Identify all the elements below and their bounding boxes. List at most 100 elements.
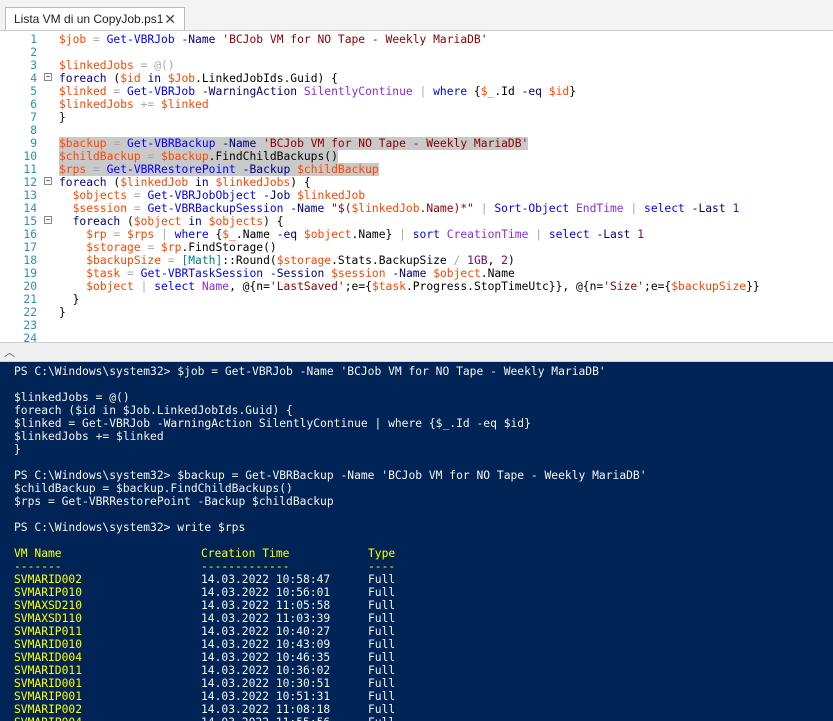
code-line[interactable]: 13 $objects = Get-VBRJobObject -Job $lin… [0, 189, 833, 202]
fold-marker[interactable]: − [44, 177, 53, 186]
fold-collapse-icon[interactable]: − [44, 73, 52, 81]
code-line[interactable]: 12− foreach ($linkedJob in $linkedJobs) { [0, 176, 833, 189]
chevron-up-icon[interactable]: ︿ [4, 344, 15, 360]
token-var: $job [59, 33, 87, 46]
code-line[interactable]: 16 $rp = $rps | where {$_.Name -eq $obje… [0, 228, 833, 241]
code-line[interactable]: 15− foreach ($object in $objects) { [0, 215, 833, 228]
line-number: 4 [30, 72, 37, 85]
table-cell: 14.03.2022 11:03:39 [201, 612, 331, 625]
table-cell: Full [368, 612, 396, 625]
token-var: $childBackup [59, 150, 141, 163]
code-text: $objects = Get-VBRJobObject -Job $linked… [59, 189, 366, 202]
token-mem [59, 189, 73, 202]
code-text: $linkedJobs = @() [59, 59, 175, 72]
token-var: $linked [161, 98, 209, 111]
console-line: $rps = Get-VBRRestorePoint -Backup $chil… [14, 495, 334, 508]
code-line[interactable]: 8 [0, 124, 833, 137]
token-param: -WarningAction [201, 85, 298, 98]
token-mem: } [569, 85, 576, 98]
line-number: 12 [23, 176, 37, 189]
code-text: $storage = $rp.FindStorage() [59, 241, 276, 254]
code-line[interactable]: 4− foreach ($id in $Job.LinkedJobIds.Guid… [0, 72, 833, 85]
code-text: $object | select Name, @{n='LastSaved';e… [59, 280, 760, 293]
token-mem: }} [746, 280, 760, 293]
token-op [297, 85, 304, 98]
code-text: $linked = Get-VBRJob -WarningAction Sile… [59, 85, 576, 98]
table-cell: Full [368, 716, 395, 721]
table-cell: Full [368, 690, 396, 703]
token-kw: foreach [59, 176, 107, 189]
token-arg: SilentlyContinue [303, 85, 413, 98]
token-op: = [140, 241, 162, 254]
code-line[interactable]: 18 $backupSize = [Math]::Round($storage.… [0, 254, 833, 267]
code-line[interactable]: 24 [0, 332, 833, 342]
token-mem: } [59, 111, 66, 124]
code-line[interactable]: 1 $job = Get-VBRJob -Name 'BCJob VM for N… [0, 33, 833, 46]
token-var: $rps [127, 228, 155, 241]
code-line[interactable]: 23 [0, 319, 833, 332]
token-cmd: Get-VBRJob [106, 33, 175, 46]
token-mem: .Progress.StopTimeUtc}}, @{n= [405, 280, 604, 293]
console-line: $linkedJobs = @() [14, 391, 130, 404]
code-text-selected: $childBackup = $backup.FindChildBackups(… [59, 150, 338, 163]
fold-collapse-icon[interactable]: − [44, 216, 52, 224]
code-line[interactable]: 3 $linkedJobs = @() [0, 59, 833, 72]
token-mem: ) [507, 254, 515, 267]
fold-marker[interactable]: − [44, 216, 53, 225]
code-line[interactable]: 17 $storage = $rp.FindStorage() [0, 241, 833, 254]
token-op: | [154, 228, 175, 241]
token-var: $id [548, 85, 570, 98]
line-number: 16 [23, 228, 37, 241]
token-var: $task [371, 280, 406, 293]
fold-collapse-icon[interactable]: − [44, 177, 52, 185]
code-text: $linkedJobs += $linked [59, 98, 209, 111]
code-line[interactable]: 14 $session = Get-VBRBackupSession -Name… [0, 202, 833, 215]
token-var: $linkedJobs [59, 98, 134, 111]
token-op [263, 267, 270, 280]
tab-title: Lista VM di un CopyJob.ps1 [14, 12, 164, 26]
code-line[interactable]: 7} [0, 111, 833, 124]
token-kw: foreach [72, 215, 121, 228]
token-var: $objects [208, 215, 264, 228]
line-number: 18 [23, 254, 37, 267]
tab-script-file[interactable]: Lista VM di un CopyJob.ps1 ✕ [5, 7, 185, 30]
pane-splitter[interactable]: ︿ [0, 342, 833, 362]
code-line[interactable]: 19 $task = Get-VBRTaskSession -Session $… [0, 267, 833, 280]
table-cell: SVMAXSD110 [14, 612, 83, 625]
token-var: $session [331, 267, 386, 280]
console-pane[interactable]: PS C:\Windows\system32> $job = Get-VBRJo… [0, 362, 833, 721]
close-icon[interactable]: ✕ [164, 8, 176, 30]
code-line[interactable]: 2 [0, 46, 833, 59]
console-line: $linked = Get-VBRJob -WarningAction Sile… [14, 417, 531, 430]
code-text: } [59, 111, 66, 124]
token-num: 1 [732, 202, 740, 215]
token-var: $object [86, 280, 134, 293]
fold-marker[interactable]: − [44, 73, 53, 82]
code-line[interactable]: 20 $object | select Name, @{n='LastSaved… [0, 280, 833, 293]
token-type: [Math] [181, 254, 223, 267]
token-num: 2 [501, 254, 508, 267]
code-line[interactable]: 22} [0, 306, 833, 319]
token-mem: .LinkedJobIds.Guid) { [195, 72, 338, 85]
script-editor[interactable]: 1 $job = Get-VBRJob -Name 'BCJob VM for N… [0, 31, 833, 342]
line-number: 8 [30, 124, 37, 137]
token-param: -Name [392, 267, 427, 280]
line-number: 24 [23, 332, 37, 342]
code-text: foreach ($id in $Job.LinkedJobIds.Guid) … [59, 72, 338, 85]
code-line[interactable]: 9 $backup = Get-VBRBackup -Name 'BCJob VM… [0, 137, 833, 150]
code-line[interactable]: 10 $childBackup = $backup.FindChildBackup… [0, 150, 833, 163]
code-text: $rp = $rps | where {$_.Name -eq $object.… [59, 228, 644, 241]
code-line[interactable]: 21 } [0, 293, 833, 306]
token-cmd: Get-VBRBackupSession [147, 202, 284, 215]
line-number: 13 [23, 189, 37, 202]
code-line[interactable]: 6 $linkedJobs += $linked [0, 98, 833, 111]
token-var: $childBackup [297, 163, 379, 176]
code-line[interactable]: 11 $rps = Get-VBRRestorePoint -Backup $ch… [0, 163, 833, 176]
token-str: 'LastSaved' [269, 280, 345, 293]
token-mem: .Stats.BackupSize [331, 254, 454, 267]
code-line[interactable]: 5 $linked = Get-VBRJob -WarningAction Sil… [0, 85, 833, 98]
token-op: | [623, 202, 645, 215]
token-mem: , @{n= [229, 280, 270, 293]
table-cell: ------------- [201, 560, 290, 573]
code-text: $task = Get-VBRTaskSession -Session $ses… [59, 267, 515, 280]
